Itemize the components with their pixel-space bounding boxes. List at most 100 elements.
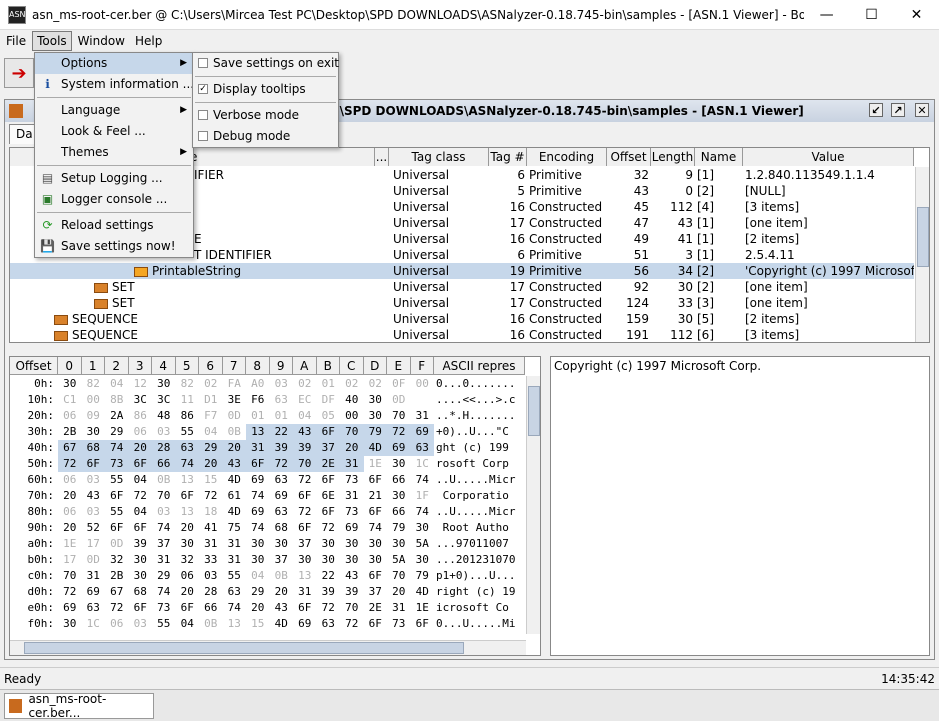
tree-row[interactable]: SEQUENCE Universal 16 Constructed 191 112 [6] [… (10, 327, 914, 342)
hex-byte[interactable]: 43 (222, 456, 246, 472)
hex-byte[interactable]: 32 (105, 552, 129, 568)
hex-byte[interactable]: 74 (246, 488, 270, 504)
col-value[interactable]: Value (743, 148, 914, 166)
minimize-button[interactable]: — (804, 0, 849, 30)
hex-byte[interactable]: 15 (199, 472, 223, 488)
hex-byte[interactable]: 6F (176, 600, 200, 616)
hex-byte[interactable]: 39 (129, 536, 153, 552)
hex-byte[interactable]: 13 (246, 424, 270, 440)
hex-byte[interactable]: 48 (152, 408, 176, 424)
hex-byte[interactable]: 20 (246, 600, 270, 616)
hex-byte[interactable]: 72 (387, 424, 411, 440)
hex-byte[interactable]: 72 (317, 520, 341, 536)
hex-byte[interactable]: 73 (340, 504, 364, 520)
hex-scrollbar[interactable] (526, 376, 540, 634)
hex-byte[interactable]: 31 (293, 584, 317, 600)
hex-byte[interactable]: 6F (293, 600, 317, 616)
hex-byte[interactable]: 28 (199, 584, 223, 600)
hex-byte[interactable]: 4D (270, 616, 294, 632)
hex-byte[interactable]: 66 (152, 456, 176, 472)
hex-byte[interactable]: 03 (152, 424, 176, 440)
hex-byte[interactable]: 69 (246, 504, 270, 520)
menu-window[interactable]: Window (74, 32, 129, 50)
hex-byte[interactable]: 73 (152, 600, 176, 616)
hex-byte[interactable]: 20 (387, 584, 411, 600)
hex-byte[interactable]: 43 (82, 488, 106, 504)
hex-byte[interactable]: 01 (246, 408, 270, 424)
hex-byte[interactable]: 30 (340, 552, 364, 568)
hex-byte[interactable]: 17 (82, 536, 106, 552)
tree-scroll-thumb[interactable] (917, 207, 929, 267)
hex-byte[interactable]: 4D (223, 472, 247, 488)
hex-byte[interactable]: 13 (223, 616, 247, 632)
hex-byte[interactable]: 55 (105, 504, 129, 520)
hex-byte[interactable]: 72 (269, 456, 293, 472)
hex-byte[interactable]: 86 (176, 408, 200, 424)
hex-byte[interactable]: 4D (363, 440, 387, 456)
hex-byte[interactable]: 68 (129, 584, 153, 600)
hex-byte[interactable]: 13 (293, 568, 317, 584)
hex-byte[interactable]: 30 (152, 376, 176, 392)
hex-byte[interactable]: 6F (364, 616, 388, 632)
hex-byte[interactable]: 37 (316, 440, 340, 456)
hex-byte[interactable]: 20 (176, 520, 200, 536)
hex-byte[interactable]: 8B (105, 392, 129, 408)
tree-row[interactable]: PrintableString Universal 19 Primitive 56 34 [… (10, 263, 914, 279)
hex-byte[interactable]: 39 (317, 584, 341, 600)
hex-byte[interactable]: 04 (105, 376, 129, 392)
hex-byte[interactable]: EC (293, 392, 317, 408)
hex-byte[interactable]: 31 (340, 456, 364, 472)
hex-byte[interactable]: 73 (340, 472, 364, 488)
hex-byte[interactable]: FA (223, 376, 247, 392)
hex-byte[interactable]: 72 (199, 488, 223, 504)
hex-byte[interactable]: 72 (129, 488, 153, 504)
hex-byte[interactable]: 20 (58, 520, 82, 536)
hex-byte[interactable]: 1E (58, 536, 82, 552)
hex-byte[interactable]: 67 (105, 584, 129, 600)
tools-item-themes[interactable]: Themes ▶ (35, 142, 193, 163)
hex-byte[interactable]: 22 (317, 568, 341, 584)
hex-byte[interactable]: 4D (411, 584, 435, 600)
hex-byte[interactable]: 11 (176, 392, 200, 408)
hex-byte[interactable]: 6F (129, 600, 153, 616)
hex-byte[interactable]: 30 (270, 536, 294, 552)
hex-byte[interactable]: 63 (82, 600, 106, 616)
hex-byte[interactable]: 31 (246, 440, 270, 456)
hex-byte[interactable]: 67 (58, 440, 82, 456)
hex-byte[interactable]: 30 (317, 536, 341, 552)
hex-byte[interactable]: 39 (269, 440, 293, 456)
hex-byte[interactable]: 69 (293, 616, 317, 632)
hex-byte[interactable]: F7 (199, 408, 223, 424)
hex-byte[interactable]: 74 (411, 472, 435, 488)
hex-byte[interactable]: 1E (411, 600, 435, 616)
tree-row[interactable]: SEQUENCE Universal 16 Constructed 159 30 [5] [2… (10, 311, 914, 327)
hex-byte[interactable]: 37 (293, 536, 317, 552)
hex-hscroll-thumb[interactable] (24, 642, 464, 654)
hex-byte[interactable]: 41 (199, 520, 223, 536)
hex-byte[interactable]: 55 (105, 472, 129, 488)
hex-byte[interactable]: 74 (152, 584, 176, 600)
col-more[interactable]: ... (375, 148, 389, 166)
hex-byte[interactable]: 73 (105, 456, 129, 472)
hex-byte[interactable]: 55 (152, 616, 176, 632)
tree-row[interactable]: SET Universal 17 Constructed 92 30 [2] [one ite… (10, 279, 914, 295)
hex-byte[interactable]: 63 (175, 440, 199, 456)
hex-byte[interactable]: 06 (58, 504, 82, 520)
hex-byte[interactable]: 13 (176, 504, 200, 520)
hex-byte[interactable]: 37 (270, 552, 294, 568)
hex-byte[interactable]: 6F (364, 472, 388, 488)
hex-byte[interactable]: 31 (223, 552, 247, 568)
hex-byte[interactable]: 2B (105, 568, 129, 584)
hex-byte[interactable]: 30 (246, 552, 270, 568)
hex-byte[interactable]: 30 (364, 408, 388, 424)
tools-item-system-information[interactable]: ℹ System information ... (35, 74, 194, 95)
hex-byte[interactable]: 74 (105, 440, 129, 456)
hex-byte[interactable]: 69 (58, 600, 82, 616)
options-item-display-tooltips[interactable]: ✓ Display tooltips (193, 79, 338, 100)
hex-byte[interactable]: 66 (387, 504, 411, 520)
tools-item-look-feel[interactable]: Look & Feel ... (35, 121, 193, 142)
hex-byte[interactable]: 74 (246, 520, 270, 536)
hex-byte[interactable]: 0D (387, 392, 411, 408)
hex-byte[interactable]: 21 (364, 488, 388, 504)
hex-byte[interactable]: 72 (58, 456, 82, 472)
